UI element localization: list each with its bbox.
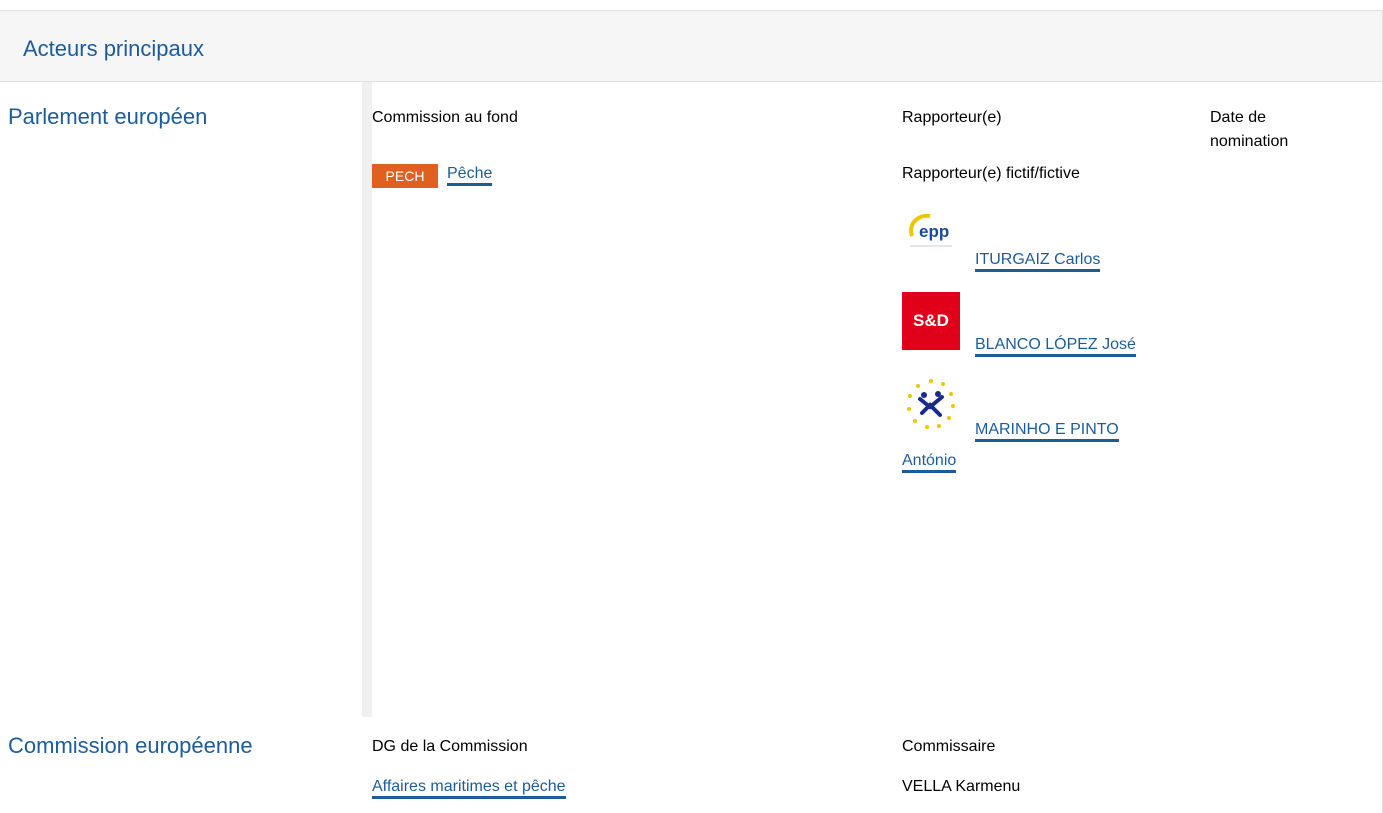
panel-header <box>0 11 1382 82</box>
shadow-rapporteur-link[interactable]: MARINHO E PINTO <box>975 418 1119 442</box>
epp-logo-icon: epp <box>909 213 952 247</box>
committee-name: Pêche <box>447 165 493 186</box>
main-actors-panel <box>0 10 1383 813</box>
committee-link[interactable]: Pêche <box>447 162 493 186</box>
commissioner-header: Commissaire <box>902 738 996 755</box>
column-divider <box>362 82 372 717</box>
shadow-rapporteur-link[interactable]: ITURGAIZ Carlos <box>975 248 1101 272</box>
date-header: Date de nomination <box>1210 109 1289 150</box>
dg-link[interactable]: Affaires maritimes et pêche <box>372 775 566 799</box>
alde-logo <box>902 375 960 433</box>
shadow-rapporteur-name-line1: MARINHO E PINTO <box>975 421 1119 442</box>
rapporteur-header: Rapporteur(e) <box>902 109 1002 126</box>
epp-logo: epp <box>902 206 960 264</box>
shadow-rapporteur-link[interactable]: António <box>902 449 957 473</box>
dg-header: DG de la Commission <box>372 738 528 755</box>
shadow-rapporteur-header: Rapporteur(e) fictif/fictive <box>902 165 1080 182</box>
commissioner-name: VELLA Karmenu <box>902 778 1021 795</box>
shadow-rapporteur-link[interactable]: BLANCO LÓPEZ José <box>975 333 1136 357</box>
alde-logo-icon <box>907 379 955 429</box>
shadow-rapporteur-name: BLANCO LÓPEZ José <box>975 336 1136 357</box>
s-and-d-logo: S&D <box>902 292 960 350</box>
dg-name: Affaires maritimes et pêche <box>372 778 566 799</box>
committee-badge: PECH <box>372 164 438 188</box>
panel-title: Acteurs principaux <box>23 36 204 61</box>
svg-text:epp: epp <box>919 222 949 241</box>
shadow-rapporteur-name-line2: António <box>902 452 957 473</box>
parliament-section-label: Parlement européen <box>8 104 208 129</box>
committee-header: Commission au fond <box>372 109 518 126</box>
commission-section-label: Commission européenne <box>8 733 253 758</box>
shadow-rapporteur-name: ITURGAIZ Carlos <box>975 251 1101 272</box>
column-divider <box>362 717 372 812</box>
